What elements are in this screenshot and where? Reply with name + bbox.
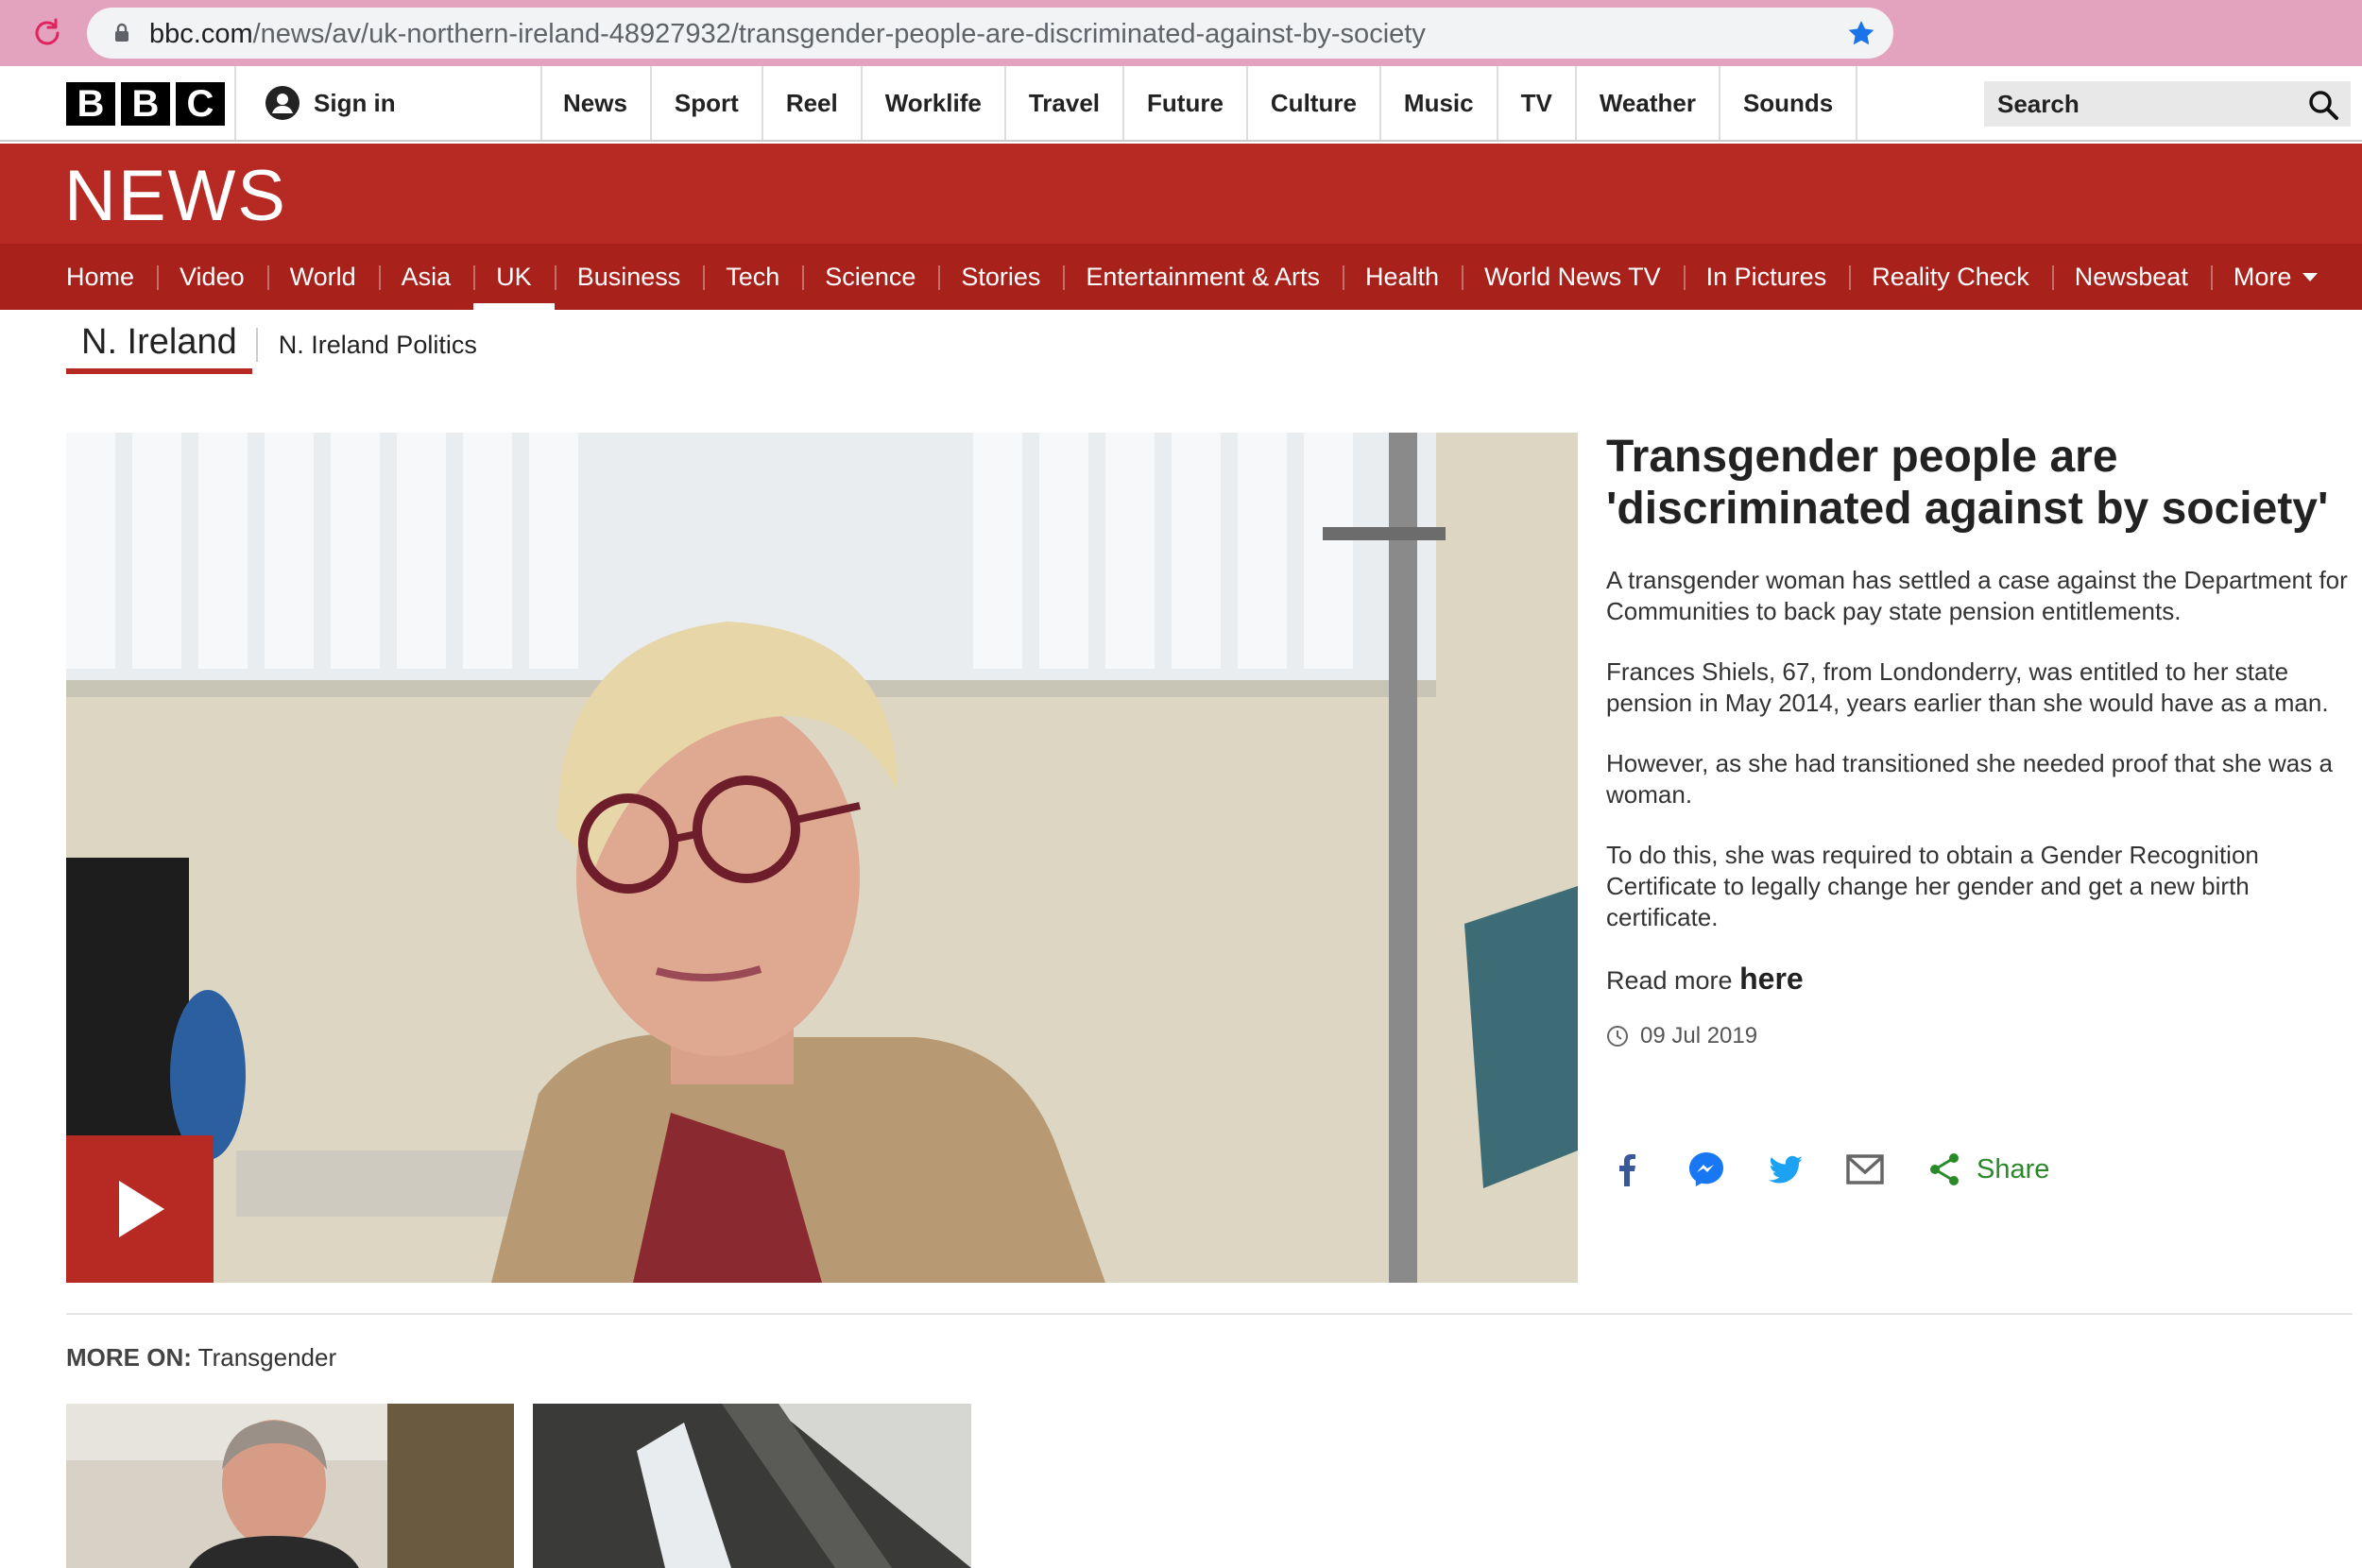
thumbnail-image [66,1404,514,1568]
article-summary: Transgender people are 'discriminated ag… [1606,431,2353,1049]
top-nav-worklife[interactable]: Worklife [863,66,1006,140]
section-nav-science[interactable]: Science [802,244,938,310]
section-nav-business[interactable]: Business [554,244,704,310]
section-divider [66,1313,2353,1315]
section-nav-more[interactable]: More [2210,244,2341,310]
top-nav-tv[interactable]: TV [1498,66,1577,140]
section-nav-asia[interactable]: Asia [378,244,474,310]
person-icon [265,86,300,120]
top-nav-sounds[interactable]: Sounds [1720,66,1858,140]
share-tools: Share [1606,1143,2049,1196]
search-input[interactable]: Search [1984,81,2351,127]
section-nav: Home Video World Asia UK Business Tech S… [0,244,2362,310]
bbc-logo-letter: B [66,82,115,126]
section-nav-home[interactable]: Home [43,244,157,310]
top-nav-future[interactable]: Future [1124,66,1248,140]
top-nav-music[interactable]: Music [1381,66,1498,140]
share-icon[interactable] [1924,1149,1965,1190]
url-text: bbc.com/news/av/uk-northern-ireland-4892… [149,19,1426,50]
article-paragraph: However, as she had transitioned she nee… [1606,749,2333,809]
section-nav-more-label: More [2233,262,2292,291]
top-nav-reel[interactable]: Reel [763,66,863,140]
read-more: Read more here [1606,962,2353,997]
more-on-label: MORE ON: [66,1343,192,1372]
news-logo[interactable]: NEWS [64,155,287,237]
read-more-prefix: Read more [1606,966,1733,995]
related-video-thumbnail[interactable] [66,1404,514,1568]
search-placeholder: Search [1997,90,2080,118]
publish-date: 09 Jul 2019 [1606,1023,2353,1049]
url-host: bbc.com [149,19,253,49]
section-nav-world-news-tv[interactable]: World News TV [1462,244,1684,310]
thumbnail-image [533,1404,971,1568]
bbc-masthead: B B C Sign in News Sport Reel Worklife T… [0,66,2362,142]
play-icon [119,1181,164,1237]
address-bar[interactable]: bbc.com/news/av/uk-northern-ireland-4892… [87,8,1893,59]
lock-icon [115,23,128,42]
section-nav-reality-check[interactable]: Reality Check [1849,244,2052,310]
bbc-logo-letter: B [121,82,170,126]
section-nav-health[interactable]: Health [1343,244,1462,310]
publish-date-text: 09 Jul 2019 [1640,1023,1758,1048]
related-video-thumbnail[interactable] [533,1404,971,1568]
reload-icon[interactable] [30,16,64,50]
video-player[interactable] [66,433,1578,1283]
twitter-icon[interactable] [1765,1149,1806,1190]
top-nav-sport[interactable]: Sport [652,66,763,140]
article-paragraph: A transgender woman has settled a case a… [1606,566,2348,625]
sub-nav-n-ireland-politics[interactable]: N. Ireland Politics [279,331,477,360]
section-nav-tech[interactable]: Tech [703,244,802,310]
sign-in-button[interactable]: Sign in [234,66,542,140]
search-icon[interactable] [2307,89,2339,121]
top-nav-news[interactable]: News [540,66,652,140]
section-nav-video[interactable]: Video [157,244,267,310]
more-on-topic[interactable]: Transgender [198,1343,336,1372]
section-nav-world[interactable]: World [266,244,379,310]
sub-nav: N. Ireland N. Ireland Politics [66,315,477,374]
section-nav-newsbeat[interactable]: Newsbeat [2051,244,2211,310]
more-on-heading: MORE ON: Transgender [66,1343,336,1372]
messenger-icon[interactable] [1686,1149,1727,1190]
sub-nav-divider [255,328,258,362]
article-paragraph: Frances Shiels, 67, from Londonderry, wa… [1606,657,2329,717]
play-button[interactable] [66,1135,214,1283]
share-button[interactable]: Share [1977,1154,2049,1185]
chevron-down-icon [2302,272,2319,281]
top-nav: News Sport Reel Worklife Travel Future C… [540,66,1858,140]
top-nav-weather[interactable]: Weather [1577,66,1720,140]
email-icon[interactable] [1844,1149,1886,1190]
browser-toolbar: bbc.com/news/av/uk-northern-ireland-4892… [0,0,2362,66]
top-nav-culture[interactable]: Culture [1248,66,1381,140]
article-paragraph: To do this, she was required to obtain a… [1606,841,2259,931]
star-icon[interactable] [1846,18,1876,48]
read-more-link[interactable]: here [1739,962,1804,996]
video-still [66,433,1578,1283]
section-nav-stories[interactable]: Stories [938,244,1063,310]
news-banner: NEWS [0,144,2362,244]
clock-icon [1607,1026,1628,1047]
section-nav-entertainment[interactable]: Entertainment & Arts [1063,244,1343,310]
top-nav-travel[interactable]: Travel [1006,66,1125,140]
sign-in-label: Sign in [314,88,396,117]
url-path: /news/av/uk-northern-ireland-48927932/tr… [252,19,1426,49]
section-nav-uk[interactable]: UK [473,244,555,310]
sub-nav-n-ireland[interactable]: N. Ireland [66,315,252,374]
section-nav-in-pictures[interactable]: In Pictures [1683,244,1850,310]
facebook-icon[interactable] [1606,1149,1648,1190]
bbc-logo-letter: C [176,82,225,126]
bbc-logo[interactable]: B B C [66,82,225,126]
article-headline: Transgender people are 'discriminated ag… [1606,432,2329,534]
